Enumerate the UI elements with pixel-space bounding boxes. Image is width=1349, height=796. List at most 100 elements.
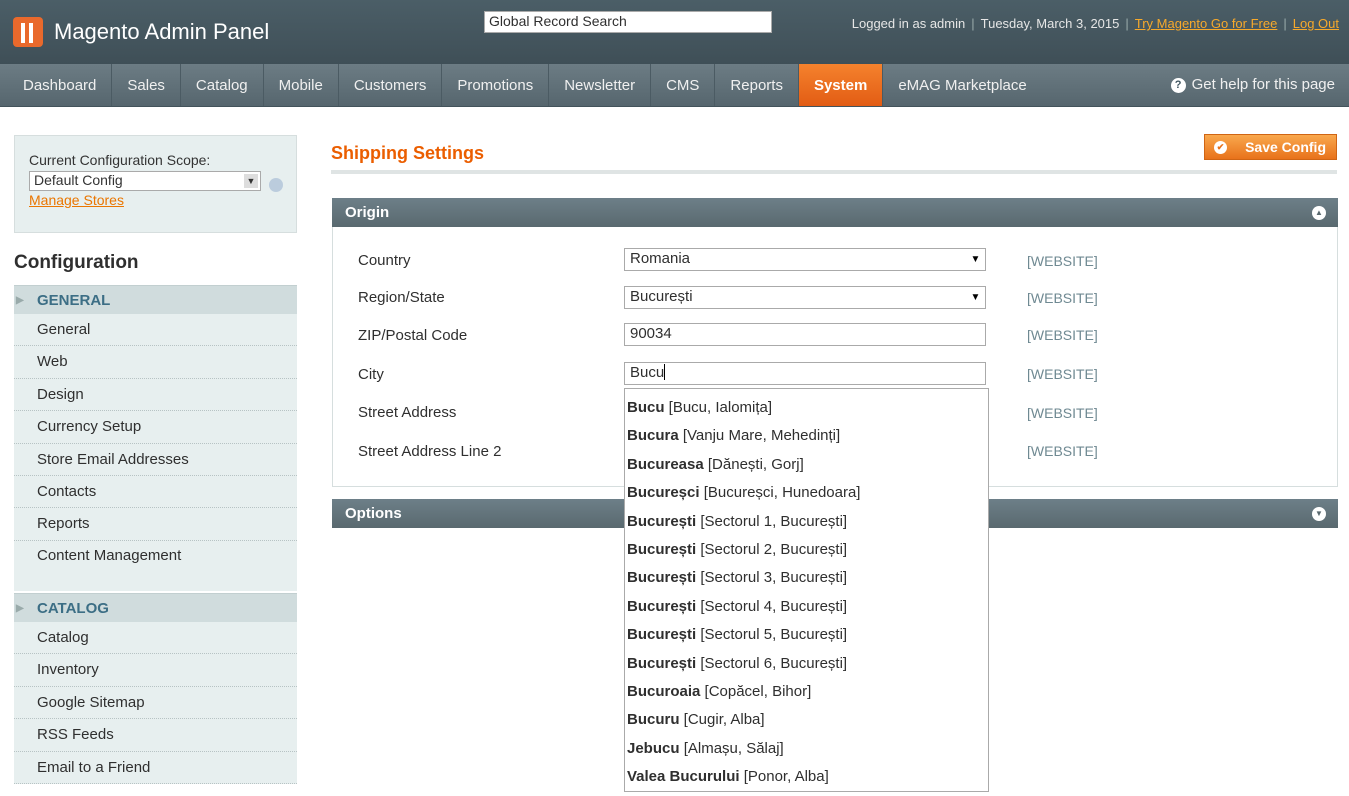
sidebar-item-web[interactable]: Web [14, 346, 297, 379]
expand-icon: ▼ [1312, 507, 1326, 521]
nav-catalog[interactable]: Catalog [181, 64, 264, 106]
sidebar-item-google-sitemap[interactable]: Google Sitemap [14, 687, 297, 720]
sidebar-item-rss-feeds[interactable]: RSS Feeds [14, 719, 297, 752]
autocomplete-option[interactable]: Bucureșci [Bucureșci, Hunedoara] [625, 474, 988, 502]
autocomplete-option[interactable]: București [Sectorul 4, București] [625, 588, 988, 616]
config-scope-box: Current Configuration Scope: Default Con… [14, 135, 297, 233]
header-bar: Magento Admin Panel Global Record Search… [0, 0, 1349, 64]
country-select[interactable]: Romania ▼ [624, 248, 986, 271]
logged-in-text: Logged in as admin [851, 16, 966, 31]
zip-label: ZIP/Postal Code [358, 327, 468, 344]
sidebar-item-content-management[interactable]: Content Management [14, 541, 297, 591]
section-catalog-label: CATALOG [37, 600, 109, 617]
street-address-label: Street Address [358, 404, 457, 421]
sidebar-item-email-to-a-friend[interactable]: Email to a Friend [14, 752, 297, 784]
chevron-down-icon: ▼ [970, 254, 981, 265]
origin-title: Origin [345, 204, 390, 221]
sidebar-item-design[interactable]: Design [14, 379, 297, 412]
region-label: Region/State [358, 289, 445, 306]
autocomplete-option[interactable]: Valea Bucurului [Ponor, Alba] [625, 758, 988, 786]
global-search-input[interactable]: Global Record Search [484, 11, 772, 33]
scope-select[interactable]: Default Config ▼ [29, 171, 261, 191]
scope-select-value: Default Config [34, 172, 123, 188]
chevron-down-icon: ▼ [244, 174, 258, 188]
save-config-button[interactable]: ✔ Save Config [1204, 134, 1337, 160]
sidebar-item-general[interactable]: General [14, 314, 297, 347]
street-address-2-label: Street Address Line 2 [358, 443, 502, 460]
section-catalog[interactable]: ▶ CATALOG [14, 593, 297, 622]
nav-newsletter[interactable]: Newsletter [549, 64, 652, 106]
logo-text: Magento Admin Panel [54, 19, 270, 44]
origin-section-header[interactable]: Origin ▲ [332, 198, 1338, 227]
autocomplete-option[interactable]: Bucureasa [Dănești, Gorj] [625, 446, 988, 474]
save-config-label: Save Config [1245, 139, 1326, 155]
nav-mobile[interactable]: Mobile [264, 64, 339, 106]
triangle-right-icon: ▶ [16, 603, 24, 614]
chevron-down-icon: ▼ [970, 292, 981, 303]
help-link[interactable]: ? Get help for this page [1170, 64, 1335, 106]
autocomplete-option[interactable]: Bucuru [Cugir, Alba] [625, 701, 988, 729]
nav-customers[interactable]: Customers [339, 64, 443, 106]
configuration-title: Configuration [14, 252, 139, 273]
street-address-scope: [WEBSITE] [1027, 405, 1098, 421]
collapse-icon: ▲ [1312, 206, 1326, 220]
city-autocomplete-dropdown: Bucu [Bucu, Ialomița] Bucura [Vanju Mare… [624, 388, 989, 792]
nav-reports[interactable]: Reports [715, 64, 799, 106]
help-label: Get help for this page [1191, 76, 1335, 93]
catalog-list: Catalog Inventory Google Sitemap RSS Fee… [14, 622, 297, 784]
region-scope: [WEBSITE] [1027, 290, 1098, 306]
nav-dashboard[interactable]: Dashboard [8, 64, 113, 106]
city-label: City [358, 366, 384, 383]
sidebar-item-currency-setup[interactable]: Currency Setup [14, 411, 297, 444]
nav-emag-marketplace[interactable]: eMAG Marketplace [883, 64, 1041, 106]
options-title: Options [345, 505, 402, 522]
country-label: Country [358, 252, 411, 269]
text-caret [664, 364, 666, 380]
try-magento-go-link[interactable]: Try Magento Go for Free [1135, 16, 1278, 31]
scope-help-icon[interactable] [269, 178, 283, 192]
logout-link[interactable]: Log Out [1293, 16, 1339, 31]
nav-cms[interactable]: CMS [651, 64, 716, 106]
sidebar-item-catalog[interactable]: Catalog [14, 622, 297, 655]
region-select[interactable]: București ▼ [624, 286, 986, 309]
sidebar-item-store-email-addresses[interactable]: Store Email Addresses [14, 444, 297, 476]
autocomplete-option[interactable]: București [Sectorul 5, București] [625, 616, 988, 644]
triangle-right-icon: ▶ [16, 295, 24, 306]
main-nav: Dashboard Sales Catalog Mobile Customers… [0, 64, 1349, 107]
autocomplete-option[interactable]: București [Sectorul 6, București] [625, 645, 988, 673]
region-value: București [630, 288, 693, 305]
autocomplete-option[interactable]: București [Sectorul 2, București] [625, 531, 988, 559]
nav-sales[interactable]: Sales [112, 64, 181, 106]
country-value: Romania [630, 250, 691, 267]
nav-promotions[interactable]: Promotions [442, 64, 550, 106]
street-address-2-scope: [WEBSITE] [1027, 443, 1098, 459]
page-title: Shipping Settings [331, 143, 484, 163]
autocomplete-option[interactable]: Bucura [Vanju Mare, Mehedinți] [625, 417, 988, 445]
sidebar-item-inventory[interactable]: Inventory [14, 654, 297, 687]
city-scope: [WEBSITE] [1027, 366, 1098, 382]
check-icon: ✔ [1214, 141, 1227, 154]
header-links: Logged in as admin | Tuesday, March 3, 201… [851, 16, 1339, 31]
autocomplete-option[interactable]: Bucu [Bucu, Ialomița] [625, 389, 988, 417]
scope-label: Current Configuration Scope: [29, 152, 211, 168]
help-icon: ? [1170, 77, 1186, 93]
magento-logo-icon [13, 17, 43, 47]
sidebar-item-contacts[interactable]: Contacts [14, 476, 297, 509]
autocomplete-option[interactable]: Jebucu [Almașu, Sălaj] [625, 730, 988, 758]
country-scope: [WEBSITE] [1027, 253, 1098, 269]
section-general-label: GENERAL [37, 292, 111, 309]
zip-input[interactable]: 90034 [624, 323, 986, 346]
header-date: Tuesday, March 3, 2015 [980, 16, 1120, 31]
sidebar-item-reports[interactable]: Reports [14, 508, 297, 541]
general-list: General Web Design Currency Setup Store … [14, 314, 297, 591]
city-input[interactable]: Bucu [624, 362, 986, 385]
autocomplete-option[interactable]: București [Sectorul 3, București] [625, 559, 988, 587]
section-general[interactable]: ▶ GENERAL [14, 285, 297, 314]
city-value: Bucu [630, 364, 665, 381]
nav-system[interactable]: System [798, 64, 884, 106]
autocomplete-option[interactable]: Bucuroaia [Copăcel, Bihor] [625, 673, 988, 701]
manage-stores-link[interactable]: Manage Stores [29, 192, 296, 208]
zip-scope: [WEBSITE] [1027, 327, 1098, 343]
logo[interactable]: Magento Admin Panel [13, 17, 269, 47]
autocomplete-option[interactable]: București [Sectorul 1, București] [625, 503, 988, 531]
